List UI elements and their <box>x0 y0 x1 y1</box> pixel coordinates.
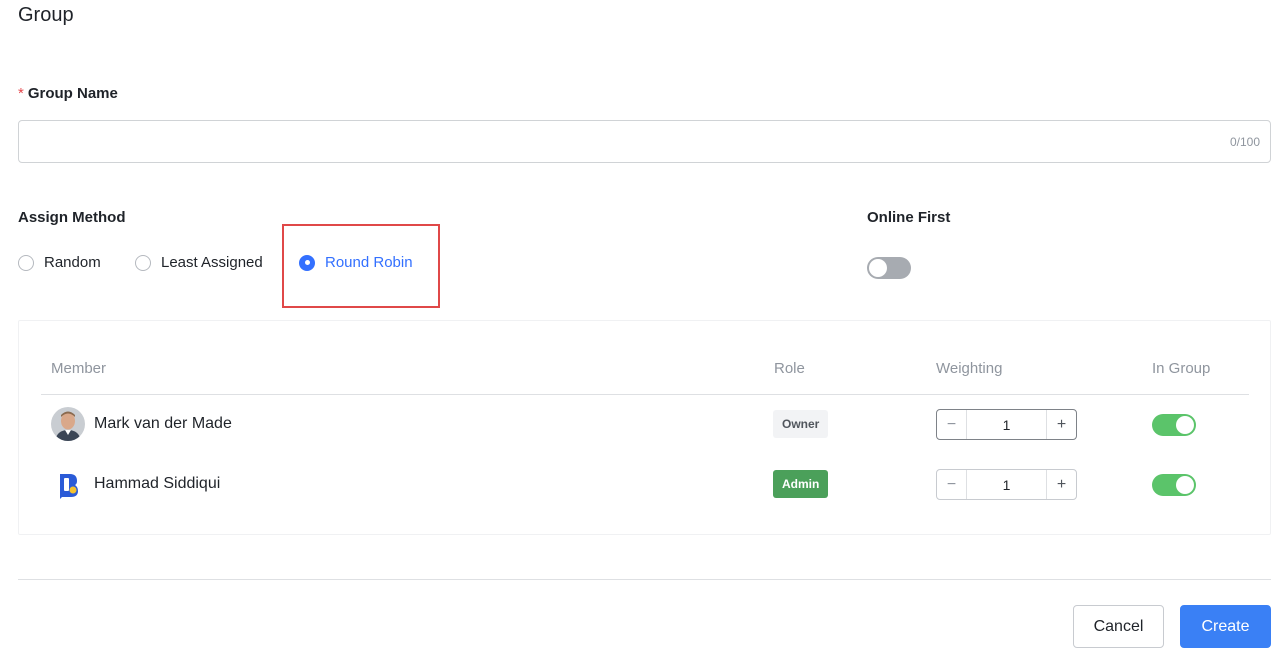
online-first-toggle[interactable] <box>867 257 911 279</box>
required-mark: * <box>18 85 24 102</box>
assign-method-label: Assign Method <box>18 209 126 226</box>
table-row: Hammad Siddiqui Admin − + <box>19 464 1270 504</box>
group-name-label-text: Group Name <box>27 85 118 102</box>
weighting-input[interactable] <box>967 410 1046 439</box>
decrement-button[interactable]: − <box>937 410 967 439</box>
online-first-label: Online First <box>867 209 951 226</box>
members-panel: Member Role Weighting In Group Mark van … <box>18 320 1271 535</box>
radio-circle-random[interactable] <box>18 254 34 271</box>
table-header-divider <box>41 394 1249 395</box>
decrement-button[interactable]: − <box>937 470 967 499</box>
group-name-field[interactable]: 0/100 <box>18 120 1271 163</box>
create-button[interactable]: Create <box>1180 605 1271 648</box>
brand-logo-icon <box>51 467 85 501</box>
role-badge-admin: Admin <box>773 470 829 498</box>
increment-button[interactable]: + <box>1046 410 1076 439</box>
toggle-knob <box>869 259 887 277</box>
page-title: Group <box>18 4 74 26</box>
increment-button[interactable]: + <box>1046 470 1076 499</box>
member-name: Hammad Siddiqui <box>94 475 221 492</box>
weighting-stepper: − + <box>936 469 1077 500</box>
member-name: Mark van der Made <box>94 415 232 432</box>
header-weighting: Weighting <box>936 360 1003 377</box>
cancel-button[interactable]: Cancel <box>1073 605 1164 648</box>
in-group-toggle[interactable] <box>1152 414 1196 436</box>
character-counter: 0/100 <box>1229 135 1260 149</box>
table-row: Mark van der Made Owner − + <box>19 404 1270 444</box>
radio-label-random: Random <box>44 254 101 271</box>
radio-label-least-assigned: Least Assigned <box>161 254 263 271</box>
radio-least-assigned[interactable]: Least Assigned <box>135 254 263 271</box>
avatar-mark <box>51 407 85 441</box>
group-name-label: * Group Name <box>18 85 118 102</box>
avatar-hammad <box>51 467 85 501</box>
person-photo-icon <box>51 407 85 441</box>
group-name-input[interactable] <box>19 121 1199 162</box>
header-in-group: In Group <box>1152 360 1211 377</box>
weighting-stepper: − + <box>936 409 1077 440</box>
radio-circle-least-assigned[interactable] <box>135 254 151 271</box>
in-group-toggle[interactable] <box>1152 474 1196 496</box>
footer-divider <box>18 579 1271 580</box>
header-role: Role <box>774 360 805 377</box>
toggle-knob <box>1176 416 1194 434</box>
role-badge-owner: Owner <box>773 410 829 438</box>
weighting-input[interactable] <box>967 470 1046 499</box>
toggle-knob <box>1176 476 1194 494</box>
highlight-annotation-box <box>282 224 440 308</box>
header-member: Member <box>51 360 107 377</box>
radio-random[interactable]: Random <box>18 254 101 271</box>
